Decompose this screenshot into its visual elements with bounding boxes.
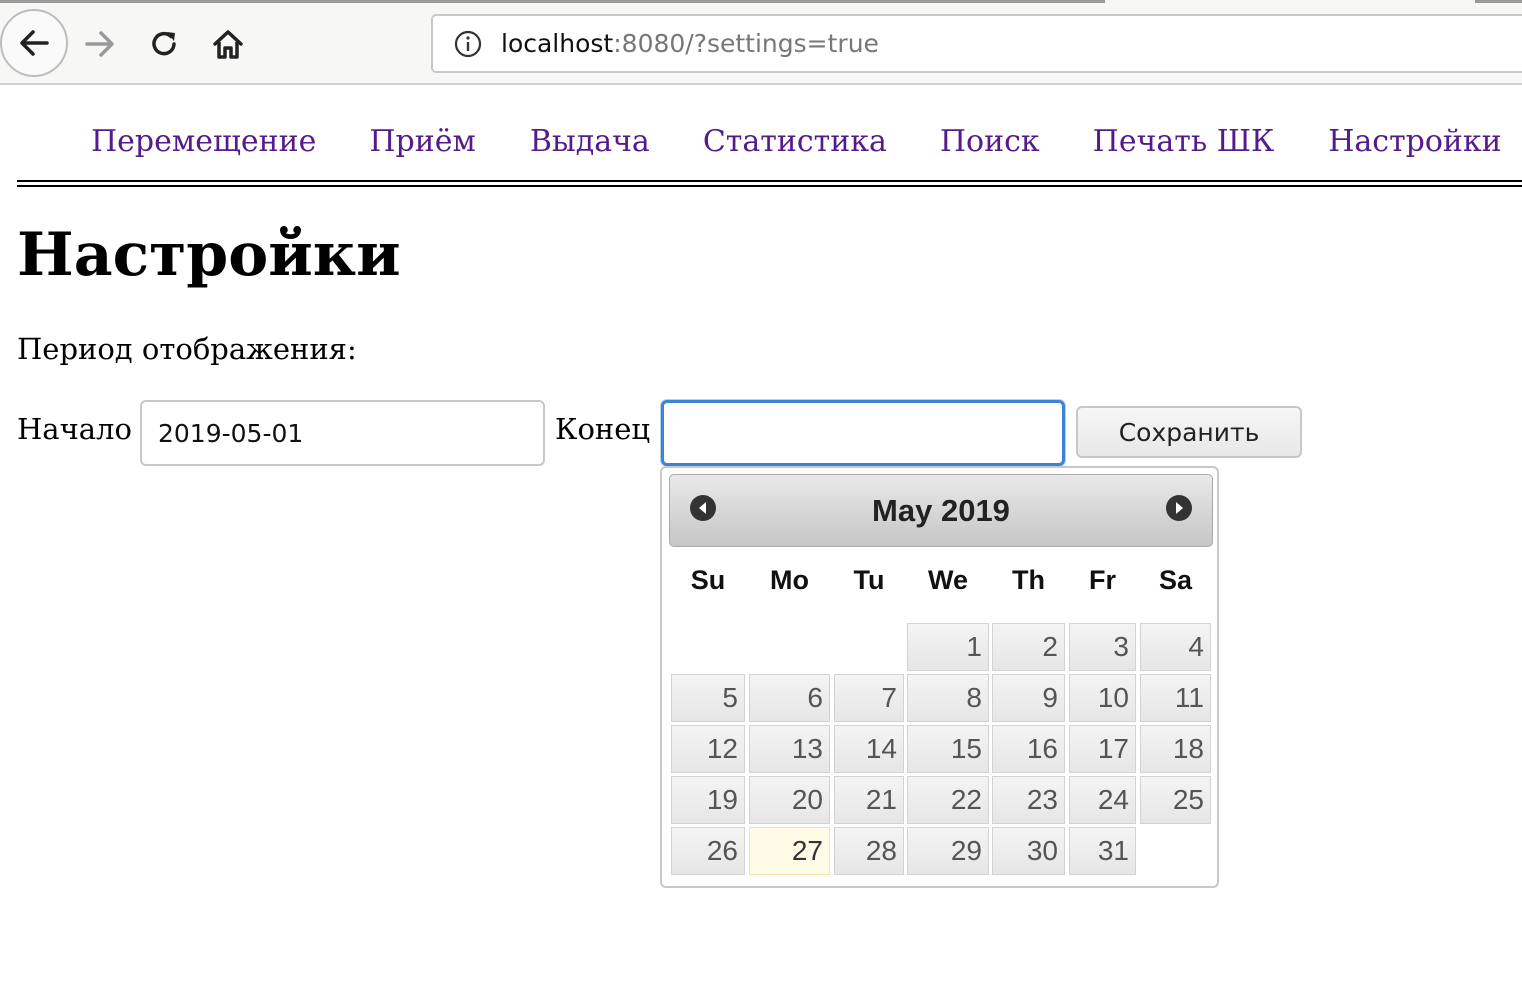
info-icon[interactable] [453, 29, 483, 59]
calendar-day[interactable]: 26 [671, 827, 745, 875]
calendar-day[interactable]: 30 [992, 827, 1065, 875]
calendar-day[interactable]: 19 [671, 776, 745, 824]
calendar-day[interactable]: 1 [907, 623, 989, 671]
calendar-day[interactable]: 29 [907, 827, 989, 875]
calendar-day[interactable]: 12 [671, 725, 745, 773]
datepicker-header: May 2019 [669, 474, 1213, 547]
calendar-day[interactable]: 2 [992, 623, 1065, 671]
home-icon [213, 30, 243, 59]
page-title: Настройки [17, 220, 401, 290]
weekday-header: Su Mo Tu We Th Fr Sa [662, 565, 1221, 605]
end-date-input[interactable] [661, 400, 1065, 466]
tab-strip-edge-right [1475, 0, 1522, 3]
save-button[interactable]: Сохранить [1076, 406, 1302, 458]
home-button[interactable] [206, 22, 250, 66]
forward-button[interactable] [78, 22, 122, 66]
calendar-day[interactable]: 28 [834, 827, 904, 875]
end-date-label: Конец [555, 412, 651, 446]
tab-strip-edge [0, 0, 1105, 3]
weekday-sa: Sa [1158, 565, 1193, 595]
weekday-tu: Tu [853, 565, 885, 595]
nav-link-search[interactable]: Поиск [940, 124, 1040, 168]
calendar-day[interactable]: 3 [1069, 623, 1136, 671]
start-date-label: Начало [17, 412, 132, 446]
nav-divider-second [17, 185, 1522, 187]
arrow-left-icon [20, 30, 49, 56]
datepicker: May 2019 Su Mo Tu We Th Fr Sa 1 2 3 4 5 6 7 8 9 10 11 12 1… [660, 466, 1219, 888]
url-host: localhost [501, 29, 614, 58]
datepicker-title: May 2019 [872, 493, 1010, 528]
calendar-day[interactable]: 25 [1140, 776, 1211, 824]
weekday-fr: Fr [1089, 565, 1116, 595]
calendar-day[interactable]: 18 [1140, 725, 1211, 773]
reload-icon [152, 31, 176, 56]
start-date-input[interactable] [140, 400, 545, 466]
calendar-day[interactable]: 17 [1069, 725, 1136, 773]
weekday-mo: Mo [770, 565, 809, 595]
weekday-we: We [927, 565, 968, 595]
calendar-day[interactable]: 11 [1140, 674, 1211, 722]
nav-link-settings[interactable]: Настройки [1328, 124, 1501, 168]
calendar-day[interactable]: 6 [749, 674, 830, 722]
calendar-day[interactable]: 21 [834, 776, 904, 824]
calendar-day[interactable]: 16 [992, 725, 1065, 773]
calendar-day[interactable]: 7 [834, 674, 904, 722]
weekday-th: Th [1012, 565, 1045, 595]
calendar-day[interactable]: 8 [907, 674, 989, 722]
nav-divider [17, 180, 1522, 182]
calendar-day[interactable]: 4 [1140, 623, 1211, 671]
triangle-right-icon [1176, 502, 1183, 514]
calendar-day[interactable]: 5 [671, 674, 745, 722]
calendar-day[interactable]: 24 [1069, 776, 1136, 824]
nav-link-move[interactable]: Перемещение [91, 124, 316, 168]
calendar-day[interactable]: 13 [749, 725, 830, 773]
back-button[interactable] [0, 9, 68, 77]
calendar-day[interactable]: 23 [992, 776, 1065, 824]
address-bar[interactable]: localhost:8080/?settings=true [431, 14, 1522, 73]
url-path: :8080/?settings=true [613, 29, 879, 58]
nav-link-receive[interactable]: Приём [369, 124, 475, 168]
calendar-day[interactable]: 10 [1069, 674, 1136, 722]
main-nav: Перемещение Приём Выдача Статистика Поис… [91, 124, 1502, 168]
period-label: Период отображения: [17, 332, 357, 366]
calendar-day[interactable]: 15 [907, 725, 989, 773]
arrow-right-icon [85, 31, 114, 57]
nav-link-issue[interactable]: Выдача [530, 124, 650, 168]
weekday-su: Su [690, 565, 726, 595]
calendar-day[interactable]: 9 [992, 674, 1065, 722]
calendar-day[interactable]: 31 [1069, 827, 1136, 875]
calendar-day[interactable]: 14 [834, 725, 904, 773]
next-month-button[interactable] [1166, 495, 1192, 521]
calendar-day[interactable]: 22 [907, 776, 989, 824]
nav-link-print-barcode[interactable]: Печать ШК [1093, 124, 1275, 168]
reload-button[interactable] [142, 22, 186, 66]
calendar-day[interactable]: 20 [749, 776, 830, 824]
calendar-day[interactable]: 27 [749, 827, 830, 875]
browser-toolbar: localhost:8080/?settings=true [0, 0, 1522, 85]
nav-link-statistics[interactable]: Статистика [703, 124, 887, 168]
